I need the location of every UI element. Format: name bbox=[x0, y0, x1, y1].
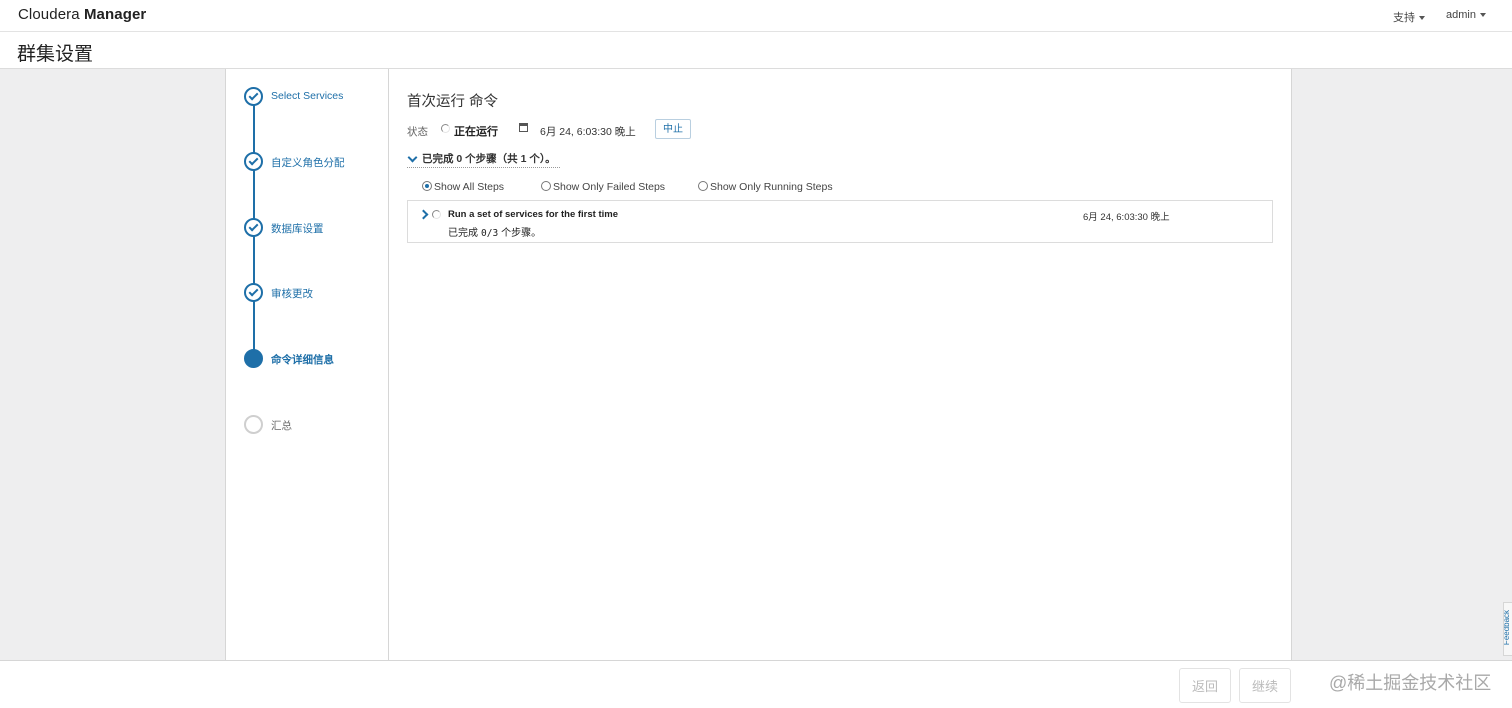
wizard-step-summary[interactable]: 汇总 bbox=[244, 415, 384, 435]
filter-running-steps[interactable]: Show Only Running Steps bbox=[698, 181, 833, 193]
command-details: 首次运行 命令 状态 正在运行 6月 24, 6:03:30 晚上 中止 已完成… bbox=[407, 69, 1273, 660]
radio-button[interactable] bbox=[698, 181, 708, 191]
back-button[interactable]: 返回 bbox=[1179, 668, 1231, 703]
chevron-right-icon[interactable] bbox=[418, 209, 429, 220]
radio-button[interactable] bbox=[541, 181, 551, 191]
page-title: 群集设置 bbox=[17, 44, 94, 65]
user-menu-label: admin bbox=[1446, 9, 1476, 21]
spinner-icon bbox=[432, 210, 441, 219]
check-circle-icon bbox=[244, 152, 263, 171]
filter-all-steps[interactable]: Show All Steps bbox=[422, 181, 504, 193]
steps-table: Run a set of services for the first time… bbox=[407, 200, 1273, 243]
step-name: Run a set of services for the first time bbox=[448, 209, 618, 220]
wizard-step-select-services[interactable]: Select Services bbox=[244, 87, 384, 107]
step-progress-prefix: 已完成 bbox=[448, 228, 478, 239]
spinner-icon bbox=[441, 124, 450, 133]
step-progress: 已完成 0/3 个步骤。 bbox=[448, 224, 541, 239]
wizard-panel: Select Services 自定义角色分配 数据库设置 审核更改 命令详细信… bbox=[225, 69, 1292, 660]
current-step-icon bbox=[244, 349, 263, 368]
wizard-step-label: Select Services bbox=[271, 90, 344, 102]
filter-label: Show All Steps bbox=[434, 181, 505, 193]
caret-down-icon bbox=[1479, 13, 1486, 18]
filter-label: Show Only Failed Steps bbox=[553, 181, 666, 193]
wizard-step-label: 审核更改 bbox=[271, 288, 313, 300]
status-label: 状态 bbox=[407, 126, 428, 138]
step-progress-count: 0/3 bbox=[481, 228, 499, 239]
wizard-step-role-assignment[interactable]: 自定义角色分配 bbox=[244, 152, 384, 172]
caret-down-icon bbox=[1419, 16, 1425, 21]
status-value: 正在运行 bbox=[454, 126, 498, 138]
watermark: @稀土掘金技术社区 bbox=[1329, 673, 1492, 693]
wizard-step-review-changes[interactable]: 审核更改 bbox=[244, 283, 384, 303]
wizard-steps: Select Services 自定义角色分配 数据库设置 审核更改 命令详细信… bbox=[226, 69, 389, 660]
status-time: 6月 24, 6:03:30 晚上 bbox=[540, 126, 636, 138]
feedback-tab[interactable]: Feedback bbox=[1503, 602, 1512, 656]
wizard-step-label: 汇总 bbox=[271, 420, 292, 432]
steps-summary-toggle[interactable]: 已完成 0 个步骤（共 1 个）。 bbox=[407, 151, 560, 168]
page-header: 群集设置 bbox=[0, 32, 1512, 69]
wizard-step-label: 自定义角色分配 bbox=[271, 157, 345, 169]
brand-name-light: Cloudera bbox=[18, 6, 84, 23]
filter-failed-steps[interactable]: Show Only Failed Steps bbox=[541, 181, 665, 193]
wizard-step-label: 命令详细信息 bbox=[271, 354, 334, 366]
radio-button-checked[interactable] bbox=[422, 181, 432, 191]
calendar-icon bbox=[519, 123, 528, 132]
support-menu[interactable]: 支持 bbox=[1393, 9, 1425, 25]
wizard-footer: 返回 继续 @稀土掘金技术社区 bbox=[0, 660, 1512, 708]
filter-label: Show Only Running Steps bbox=[710, 181, 833, 193]
wizard-step-command-details[interactable]: 命令详细信息 bbox=[244, 349, 384, 369]
user-menu[interactable]: admin bbox=[1446, 9, 1486, 21]
command-title: 首次运行 命令 bbox=[407, 94, 499, 110]
steps-summary-text: 已完成 0 个步骤（共 1 个）。 bbox=[422, 153, 556, 165]
step-progress-suffix: 个步骤。 bbox=[501, 228, 542, 239]
empty-circle-icon bbox=[244, 415, 263, 434]
step-time: 6月 24, 6:03:30 晚上 bbox=[1083, 212, 1170, 223]
command-status-row: 状态 正在运行 6月 24, 6:03:30 晚上 中止 bbox=[407, 119, 1273, 143]
top-navbar: Cloudera Manager 支持 admin bbox=[0, 0, 1512, 32]
abort-button[interactable]: 中止 bbox=[655, 119, 691, 139]
chevron-down-icon bbox=[407, 152, 418, 163]
app-logo[interactable]: Cloudera Manager bbox=[18, 6, 146, 23]
support-menu-label: 支持 bbox=[1393, 12, 1415, 24]
wizard-step-database-setup[interactable]: 数据库设置 bbox=[244, 218, 384, 238]
continue-button[interactable]: 继续 bbox=[1239, 668, 1291, 703]
check-circle-icon bbox=[244, 87, 263, 106]
brand-name-bold: Manager bbox=[83, 6, 147, 23]
feedback-label: Feedback bbox=[1503, 609, 1512, 646]
check-circle-icon bbox=[244, 218, 263, 237]
wizard-step-label: 数据库设置 bbox=[271, 223, 324, 235]
check-circle-icon bbox=[244, 283, 263, 302]
